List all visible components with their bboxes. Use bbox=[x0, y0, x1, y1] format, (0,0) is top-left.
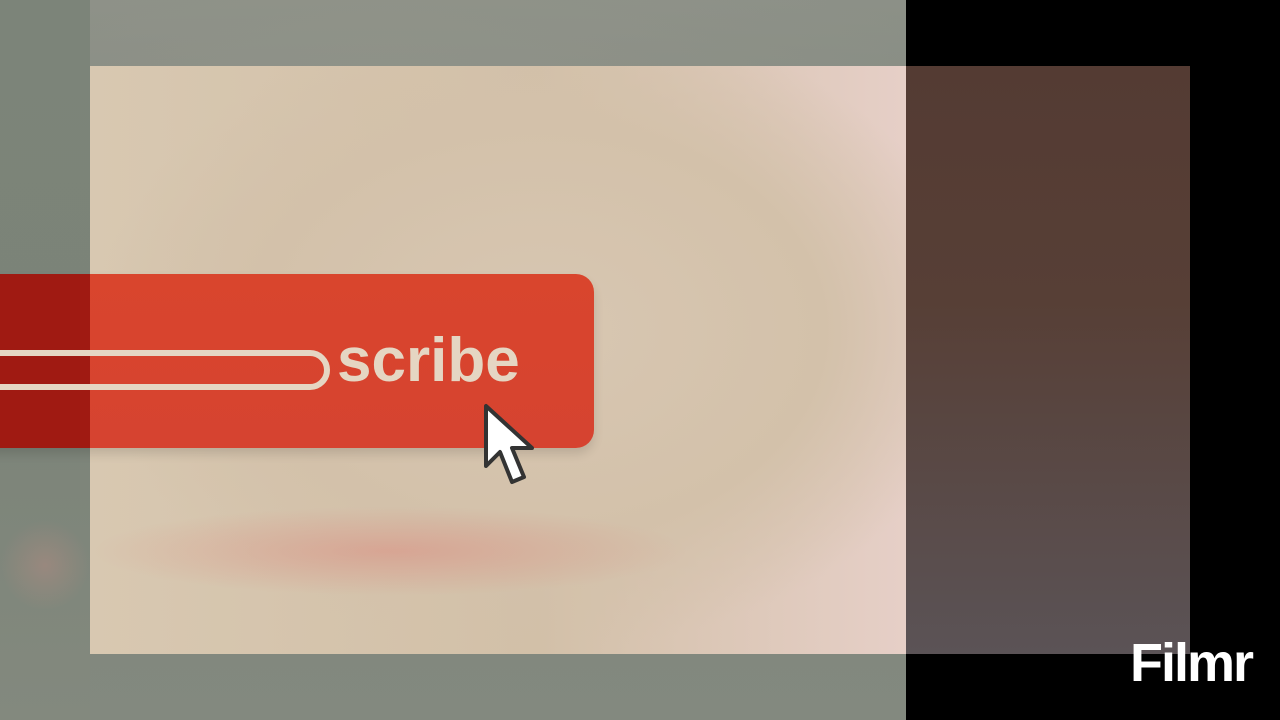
panel-glow bbox=[90, 506, 690, 596]
filmr-watermark: Filmr bbox=[1129, 633, 1254, 693]
background-left-glow bbox=[0, 520, 90, 610]
background-panel-dark bbox=[906, 66, 1190, 654]
subscribe-label: scribe bbox=[337, 326, 520, 395]
video-frame: scribe Filmr bbox=[0, 0, 1280, 720]
search-field-shape bbox=[0, 350, 330, 390]
mouse-pointer-icon bbox=[484, 404, 534, 484]
